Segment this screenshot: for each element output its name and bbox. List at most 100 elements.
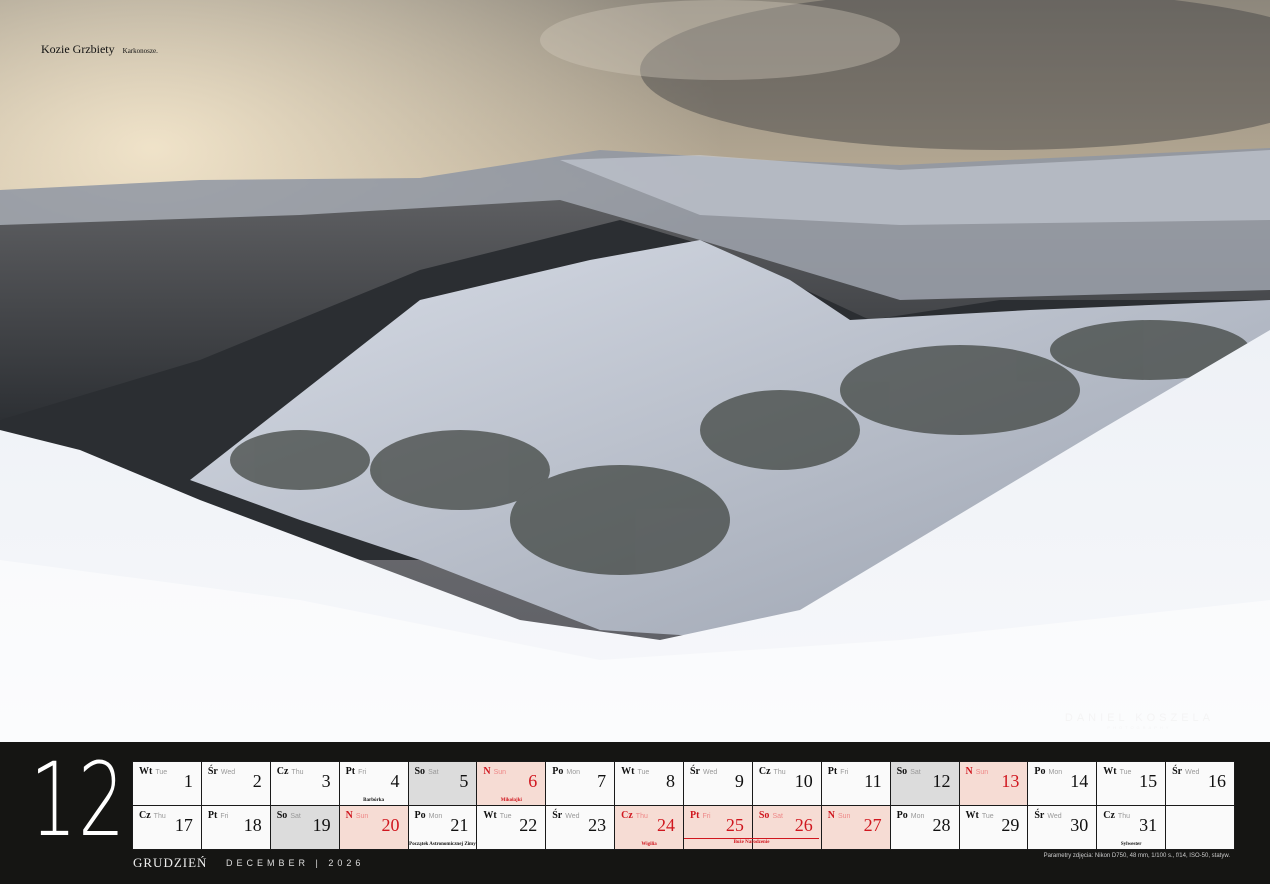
day-number: 21 bbox=[450, 815, 469, 835]
weekday-label: N Sun bbox=[828, 810, 851, 821]
weekday-label: Cz Thu bbox=[1103, 810, 1130, 821]
day-cell: Śr Wed 9 bbox=[684, 762, 752, 805]
weekday-pl: Po bbox=[414, 810, 426, 821]
weekday-en: Mon bbox=[1048, 769, 1063, 776]
day-cell: Cz Thu 24 Wigilia bbox=[615, 806, 683, 849]
weekday-label: So Sat bbox=[277, 810, 301, 821]
day-number: 6 bbox=[528, 771, 538, 791]
weekday-en: Thu bbox=[635, 813, 648, 820]
day-number: 24 bbox=[657, 815, 675, 835]
weekday-label: Wt Tue bbox=[621, 766, 649, 777]
landscape-photo: Kozie Grzbiety Karkonosze. DANIEL KOSZEL… bbox=[0, 0, 1270, 742]
weekday-pl: N bbox=[345, 810, 353, 821]
day-cell: Wt Tue 29 bbox=[959, 806, 1028, 849]
weekday-pl: Śr bbox=[207, 766, 218, 777]
weekday-pl: Pt bbox=[207, 810, 218, 821]
weekday-en: Tue bbox=[1119, 769, 1132, 776]
weekday-en: Tue bbox=[155, 769, 168, 776]
weekday-label: N Sun bbox=[346, 810, 369, 821]
weekday-en: Sat bbox=[772, 813, 783, 820]
weekday-label: So Sat bbox=[759, 810, 783, 821]
day-number: 4 bbox=[390, 771, 400, 791]
day-number: 8 bbox=[666, 771, 675, 791]
weekday-label: N Sun bbox=[483, 766, 506, 777]
day-cell: Pt Fri 11 bbox=[821, 762, 890, 805]
photographer-logo: DANIEL KOSZELA PHOTOGRAPHY bbox=[1064, 712, 1214, 730]
photo-parameters: Parametry zdjęcia: Nikon D750, 48 mm, 1/… bbox=[1043, 853, 1230, 859]
weekday-label: Cz Thu bbox=[759, 766, 786, 777]
weekday-pl: N bbox=[827, 810, 835, 821]
month-name-en: DECEMBER | 2026 bbox=[226, 858, 365, 868]
weekday-en: Wed bbox=[565, 813, 580, 820]
day-cell: Wt Tue 8 bbox=[615, 762, 683, 805]
day-cell: N Sun 6 Mikołajki bbox=[477, 762, 546, 805]
weekday-pl: Cz bbox=[139, 810, 151, 821]
weekday-pl: Pt bbox=[345, 766, 356, 777]
weekday-en: Tue bbox=[637, 769, 650, 776]
weekday-pl: Śr bbox=[1172, 766, 1183, 777]
weekday-label: Pt Fri bbox=[208, 810, 229, 821]
weekday-label: So Sat bbox=[897, 766, 921, 777]
weekday-label: Wt Tue bbox=[483, 810, 511, 821]
weekday-label: Pt Fri bbox=[690, 810, 711, 821]
day-number: 31 bbox=[1139, 815, 1158, 835]
christmas-note: Boże Narodzenie bbox=[684, 838, 819, 845]
day-number: 11 bbox=[864, 771, 882, 791]
day-number: 23 bbox=[588, 815, 607, 835]
day-cell: Po Mon 7 bbox=[546, 762, 615, 805]
day-cell: Cz Thu 3 bbox=[270, 762, 339, 805]
weekday-pl: Cz bbox=[758, 766, 771, 777]
day-number: 18 bbox=[243, 815, 262, 835]
day-note: Początek Astronomicznej Zimy bbox=[409, 842, 476, 847]
weekday-pl: N bbox=[965, 766, 973, 777]
day-cell: Śr Wed 23 bbox=[546, 806, 615, 849]
weekday-en: Sun bbox=[493, 769, 507, 776]
weekday-label: Pt Fri bbox=[346, 766, 367, 777]
photo-caption: Kozie Grzbiety Karkonosze. bbox=[41, 40, 158, 58]
mountain-photo bbox=[0, 0, 1270, 742]
weekday-en: Wed bbox=[220, 769, 236, 776]
weekday-pl: Cz bbox=[276, 766, 289, 777]
weekday-en: Sat bbox=[290, 813, 301, 820]
weekday-pl: Wt bbox=[965, 810, 979, 821]
day-cell: Po Mon 14 bbox=[1028, 762, 1097, 805]
weekday-pl: N bbox=[483, 766, 491, 777]
day-cell: Wt Tue 15 bbox=[1097, 762, 1166, 805]
day-number: 3 bbox=[321, 771, 331, 791]
day-cell: Śr Wed 16 bbox=[1166, 762, 1234, 805]
weekday-pl: So bbox=[896, 766, 908, 777]
day-number: 1 bbox=[183, 771, 193, 791]
weekday-pl: Wt bbox=[1103, 766, 1117, 777]
weekday-label: Po Mon bbox=[552, 766, 580, 777]
weekday-en: Thu bbox=[773, 769, 786, 776]
day-number: 9 bbox=[734, 771, 744, 791]
day-cell: N Sun 13 bbox=[959, 762, 1028, 805]
weekday-en: Sat bbox=[428, 769, 439, 776]
day-cell: So Sat 19 bbox=[270, 806, 339, 849]
month-number: 12 bbox=[30, 741, 127, 860]
calendar-grid: Wt Tue 1 Śr Wed 2 Cz Thu 3 Pt Fri 4 Barbórka So Sat 5 N S… bbox=[132, 761, 1235, 850]
weekday-label: Śr Wed bbox=[552, 810, 579, 821]
weekday-label: So Sat bbox=[415, 766, 439, 777]
day-note: Sylwester bbox=[1120, 842, 1142, 847]
weekday-label: Pt Fri bbox=[828, 766, 849, 777]
day-cell: N Sun 20 bbox=[339, 806, 408, 849]
weekday-en: Mon bbox=[566, 769, 580, 776]
day-number: 7 bbox=[597, 771, 607, 791]
weekday-en: Tue bbox=[981, 813, 994, 820]
day-note: Barbórka bbox=[363, 798, 384, 803]
weekday-en: Fri bbox=[220, 813, 229, 820]
photo-location: Karkonosze. bbox=[122, 47, 158, 55]
weekday-en: Fri bbox=[358, 769, 367, 776]
weekday-en: Wed bbox=[1047, 813, 1062, 820]
day-note: Mikołajki bbox=[500, 798, 522, 803]
day-cell: Cz Thu 10 bbox=[752, 762, 821, 805]
day-number: 5 bbox=[459, 771, 469, 791]
day-cell: Śr Wed 2 bbox=[201, 762, 270, 805]
day-number: 2 bbox=[252, 771, 262, 791]
day-number: 30 bbox=[1070, 815, 1089, 835]
weekday-en: Fri bbox=[702, 813, 711, 820]
weekday-pl: Cz bbox=[621, 810, 633, 821]
day-number: 29 bbox=[1001, 815, 1020, 835]
day-cell: So Sat 12 bbox=[890, 762, 959, 805]
